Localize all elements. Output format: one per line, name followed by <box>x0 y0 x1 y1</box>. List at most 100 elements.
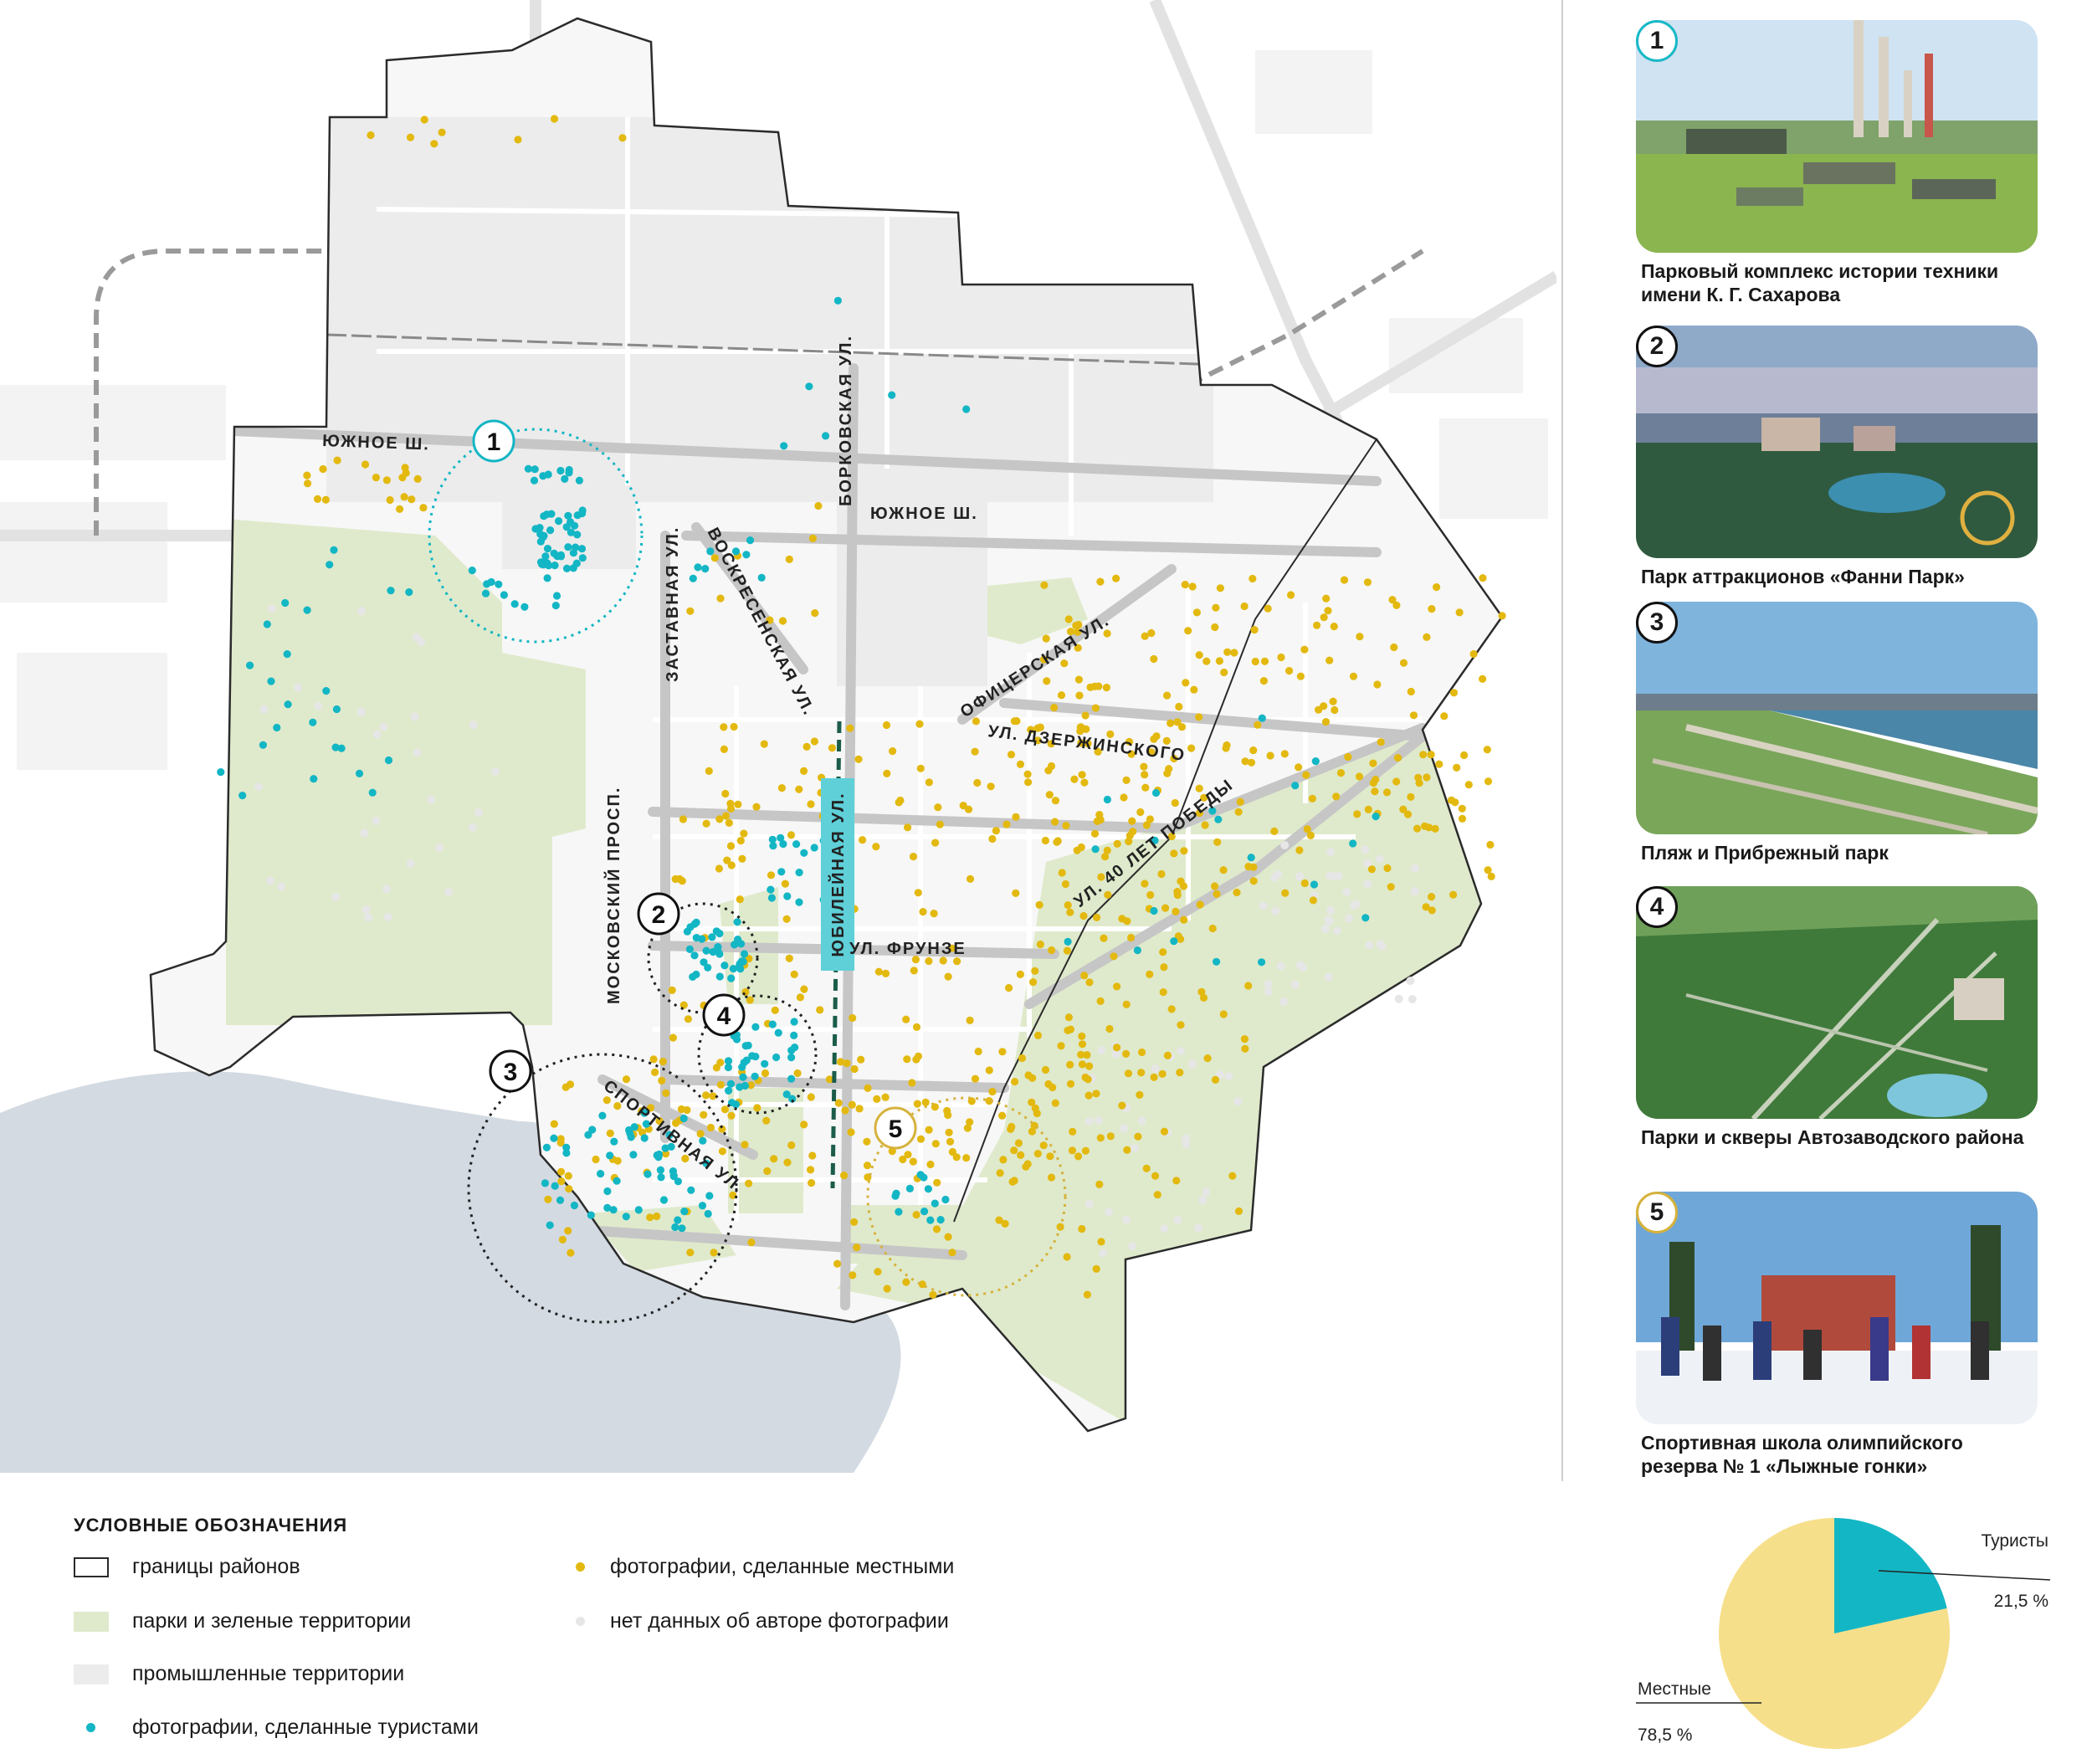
photo-dot <box>782 915 791 923</box>
photo-dot <box>653 1212 661 1221</box>
photo-dot <box>562 523 571 531</box>
photo-dot <box>689 574 697 582</box>
photo-dot <box>267 604 276 613</box>
photo-dot <box>1427 751 1435 759</box>
photo-dot <box>872 843 880 851</box>
photo-dot <box>698 1202 707 1210</box>
photo-dot <box>1333 926 1342 936</box>
photo-dot <box>314 701 323 710</box>
photo-dot <box>551 1182 559 1190</box>
photo-dot <box>544 1195 552 1203</box>
gallery-caption-1: Парковый комплекс истории техники имени … <box>1641 260 1999 305</box>
photo-ski-school <box>1636 1192 2038 1424</box>
district-map: ЮБИЛЕЙНАЯ УЛ. ЮЖНОЕ Ш. ЮЖНОЕ Ш. БОРКОВСК… <box>0 0 1556 1473</box>
map-marker-1[interactable]: 1 <box>472 419 515 463</box>
photo-dot <box>1041 836 1049 845</box>
photo-dot <box>1281 889 1290 897</box>
photo-dot <box>1249 863 1258 871</box>
map-marker-5[interactable]: 5 <box>874 1106 917 1150</box>
photo-dot <box>283 650 291 659</box>
photo-dot <box>953 957 961 966</box>
photo-dot <box>1479 674 1487 684</box>
photo-dot <box>912 1023 921 1031</box>
photo-dot <box>598 1111 607 1120</box>
photo-dot <box>1428 893 1436 901</box>
photo-dot <box>1011 1078 1019 1086</box>
photo-dot <box>762 1116 771 1125</box>
photo-dot <box>715 929 724 938</box>
photo-dot <box>444 887 454 896</box>
photo-dot <box>669 1033 678 1042</box>
photo-dot <box>557 1177 566 1186</box>
photo-dot <box>1367 865 1376 874</box>
photo-dot <box>720 961 729 970</box>
photo-dot <box>1349 672 1358 680</box>
photo-dot <box>1106 1132 1115 1141</box>
photo-dot <box>337 744 346 752</box>
photo-dot <box>468 823 477 832</box>
photo-dot <box>1058 869 1066 877</box>
photo-dot <box>723 856 731 864</box>
photo-dot <box>780 442 788 450</box>
photo-dot <box>782 1090 791 1099</box>
photo-dot <box>1018 1054 1027 1063</box>
photo-dot <box>1387 883 1395 891</box>
photo-dot <box>384 756 393 765</box>
photo-dot <box>1166 719 1175 727</box>
photo-dot <box>690 951 699 960</box>
pie-value-locals: 78,5 % <box>1638 1726 1692 1745</box>
gallery-caption-5: Спортивная школа олимпийского резерва № … <box>1641 1432 1963 1477</box>
photo-dot <box>495 580 503 588</box>
photo-dot <box>1449 689 1459 697</box>
map-marker-2[interactable]: 2 <box>637 892 680 936</box>
map-marker-4[interactable]: 4 <box>702 993 746 1037</box>
photo-dot <box>1365 941 1374 950</box>
photo-dot <box>1290 980 1300 989</box>
photo-dot <box>1151 1172 1160 1180</box>
photo-dot <box>771 1006 779 1014</box>
photo-dot <box>807 1093 815 1101</box>
photo-dot <box>1175 702 1183 711</box>
photo-dot <box>1091 704 1100 712</box>
photo-dot <box>796 993 805 1002</box>
photo-dot <box>267 677 275 685</box>
photo-dot <box>996 1169 1004 1177</box>
photo-dot <box>1392 601 1401 610</box>
photo-dot <box>1214 815 1223 823</box>
photo-dot <box>1066 908 1074 916</box>
photo-dot <box>669 1167 678 1176</box>
border-swatch <box>74 1556 109 1577</box>
photo-dot <box>567 1249 575 1257</box>
photo-dot <box>770 1155 778 1163</box>
photo-dot <box>1063 1253 1071 1261</box>
photo-dot <box>1043 677 1051 685</box>
photo-dot <box>732 1035 741 1044</box>
photo-dot <box>1190 685 1198 694</box>
photo-dot <box>800 985 808 993</box>
photo-dot <box>1296 672 1305 680</box>
photo-dot <box>1326 905 1336 915</box>
photo-dot <box>550 1134 558 1142</box>
photo-dot <box>386 495 394 505</box>
photo-dot <box>1330 623 1338 631</box>
photo-dot <box>768 1020 777 1028</box>
photo-dot <box>1029 978 1038 987</box>
map-marker-3[interactable]: 3 <box>489 1049 532 1093</box>
photo-dot <box>1195 784 1203 792</box>
photo-dot <box>1356 633 1364 641</box>
photo-dot <box>510 600 519 608</box>
photo-dot <box>1039 1141 1048 1150</box>
photo-dot <box>687 1186 695 1194</box>
photo-dot <box>772 1053 781 1062</box>
photo-dot <box>1270 827 1279 836</box>
photo-dot <box>943 1106 951 1115</box>
photo-dot <box>1336 769 1346 777</box>
photo-dot <box>929 1290 937 1299</box>
photo-dot <box>1361 845 1370 854</box>
photo-dot <box>816 1006 824 1014</box>
photo-dot <box>729 965 738 973</box>
photo-dot <box>468 567 476 575</box>
photo-dot <box>618 134 627 142</box>
photo-dot <box>1105 1208 1113 1217</box>
photo-dot <box>998 1111 1007 1120</box>
